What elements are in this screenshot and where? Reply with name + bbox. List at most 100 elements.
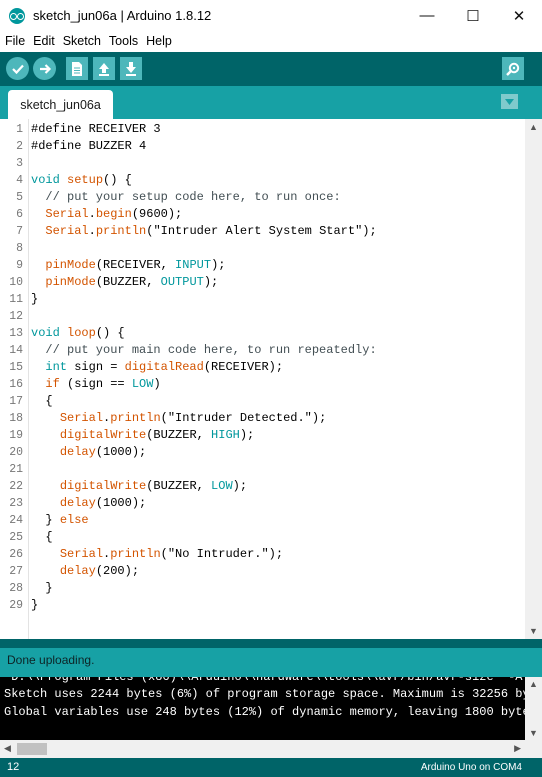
code-line: delay(200);	[59, 564, 140, 578]
line-number: 27	[9, 565, 23, 578]
scrollbar-thumb[interactable]	[17, 743, 47, 755]
console-output[interactable]: "D:\\Program Files (x86)\\Arduino\\hardw…	[0, 677, 542, 758]
new-button[interactable]	[66, 57, 88, 80]
code-line: void setup() {	[31, 173, 132, 187]
verify-button[interactable]	[6, 57, 29, 80]
window-title: sketch_jun06a | Arduino 1.8.12	[33, 8, 212, 23]
code-line: Serial.begin(9600);	[45, 207, 183, 221]
serial-monitor-button[interactable]	[502, 57, 524, 80]
code-line: // put your setup code here, to run once…	[31, 190, 341, 204]
code-line: Serial.println("Intruder Detected.");	[59, 411, 327, 425]
line-number: 1	[16, 123, 23, 136]
code-line: // put your main code here, to run repea…	[31, 343, 377, 357]
line-number: 18	[9, 412, 23, 425]
code-line: }	[31, 598, 39, 612]
console-line: Global variables use 248 bytes (12%) of …	[4, 705, 537, 719]
status-message: Done uploading.	[7, 653, 95, 667]
line-number-gutter: 1 2 3 4 5 6 7 8 9 10 11 12 13 14 15 16 1…	[0, 119, 29, 639]
console-horizontal-scrollbar[interactable]: ◀ ▶	[0, 740, 525, 758]
panel-divider[interactable]	[0, 639, 542, 648]
code-line: Serial.println("Intruder Alert System St…	[45, 224, 377, 238]
code-line: #define RECEIVER 3	[31, 122, 161, 136]
console-line: Sketch uses 2244 bytes (6%) of program s…	[4, 687, 542, 701]
tab-sketch[interactable]: sketch_jun06a	[8, 90, 113, 119]
line-number: 7	[16, 225, 23, 238]
code-line: digitalWrite(BUZZER, LOW);	[59, 479, 248, 493]
line-number: 6	[16, 208, 23, 221]
line-number: 10	[9, 276, 23, 289]
verify-icon	[11, 64, 24, 74]
scroll-down-icon[interactable]: ▼	[529, 728, 538, 738]
tab-bar: sketch_jun06a	[0, 86, 542, 119]
line-number: 23	[9, 497, 23, 510]
line-number: 15	[9, 361, 23, 374]
line-number: 20	[9, 446, 23, 459]
line-number: 25	[9, 531, 23, 544]
code-editor[interactable]: 1 2 3 4 5 6 7 8 9 10 11 12 13 14 15 16 1…	[0, 119, 542, 639]
line-number: 2	[16, 140, 23, 153]
line-number: 26	[9, 548, 23, 561]
menu-tools[interactable]: Tools	[106, 34, 141, 48]
board-port-label: Arduino Uno on COM4	[420, 762, 522, 773]
code-line: #define BUZZER 4	[31, 139, 147, 153]
maximize-button[interactable]: ☐	[450, 0, 496, 31]
save-icon	[126, 61, 136, 76]
menu-sketch[interactable]: Sketch	[60, 34, 104, 48]
editor-vertical-scrollbar[interactable]: ▲ ▼	[525, 119, 542, 639]
minimize-button[interactable]: —	[404, 0, 450, 31]
code-line: {	[31, 530, 53, 544]
line-number: 3	[16, 157, 23, 170]
line-number: 21	[9, 463, 23, 476]
line-number: 4	[16, 174, 23, 187]
scroll-down-icon[interactable]: ▼	[529, 626, 538, 636]
menu-file[interactable]: File	[2, 34, 28, 48]
scroll-up-icon[interactable]: ▲	[529, 122, 538, 132]
code-line: }	[31, 581, 53, 595]
scroll-left-icon[interactable]: ◀	[4, 743, 11, 754]
code-line: if (sign == LOW)	[45, 377, 161, 391]
code-line: }	[31, 292, 39, 306]
line-number: 24	[9, 514, 23, 527]
close-button[interactable]: ✕	[496, 0, 542, 31]
line-number: 9	[16, 259, 23, 272]
code-line: delay(1000);	[59, 496, 147, 510]
save-button[interactable]	[120, 57, 142, 80]
scroll-up-icon[interactable]: ▲	[529, 679, 538, 689]
upload-icon	[39, 63, 51, 74]
new-icon	[72, 61, 82, 76]
code-line: {	[31, 394, 53, 408]
toolbar	[0, 52, 542, 86]
cursor-line-number: 12	[7, 761, 20, 773]
tab-menu-button[interactable]	[501, 94, 518, 109]
open-button[interactable]	[93, 57, 115, 80]
line-number: 14	[9, 344, 23, 357]
chevron-down-icon	[505, 98, 514, 105]
line-number: 8	[16, 242, 23, 255]
menu-bar: File Edit Sketch Tools Help	[0, 31, 542, 51]
code-text[interactable]: #define RECEIVER 3 #define BUZZER 4 void…	[31, 121, 377, 614]
line-number: 13	[9, 327, 23, 340]
code-line: void loop() {	[31, 326, 125, 340]
serial-monitor-icon	[506, 62, 520, 76]
menu-edit[interactable]: Edit	[30, 34, 58, 48]
console-vertical-scrollbar[interactable]: ▲ ▼	[525, 677, 542, 740]
code-line: int sign = digitalRead(RECEIVER);	[45, 360, 284, 374]
line-number: 17	[9, 395, 23, 408]
code-line: delay(1000);	[59, 445, 147, 459]
scrollbar-corner	[525, 740, 542, 758]
title-bar: sketch_jun06a | Arduino 1.8.12 — ☐ ✕	[0, 0, 542, 31]
line-number: 19	[9, 429, 23, 442]
line-number: 29	[9, 599, 23, 612]
line-number: 16	[9, 378, 23, 391]
line-number: 22	[9, 480, 23, 493]
code-line: Serial.println("No Intruder.");	[59, 547, 284, 561]
upload-button[interactable]	[33, 57, 56, 80]
footer-bar: 12 Arduino Uno on COM4	[0, 758, 542, 777]
menu-help[interactable]: Help	[143, 34, 175, 48]
line-number: 5	[16, 191, 23, 204]
code-line: pinMode(BUZZER, OUTPUT);	[45, 275, 219, 289]
scroll-right-icon[interactable]: ▶	[514, 743, 521, 754]
